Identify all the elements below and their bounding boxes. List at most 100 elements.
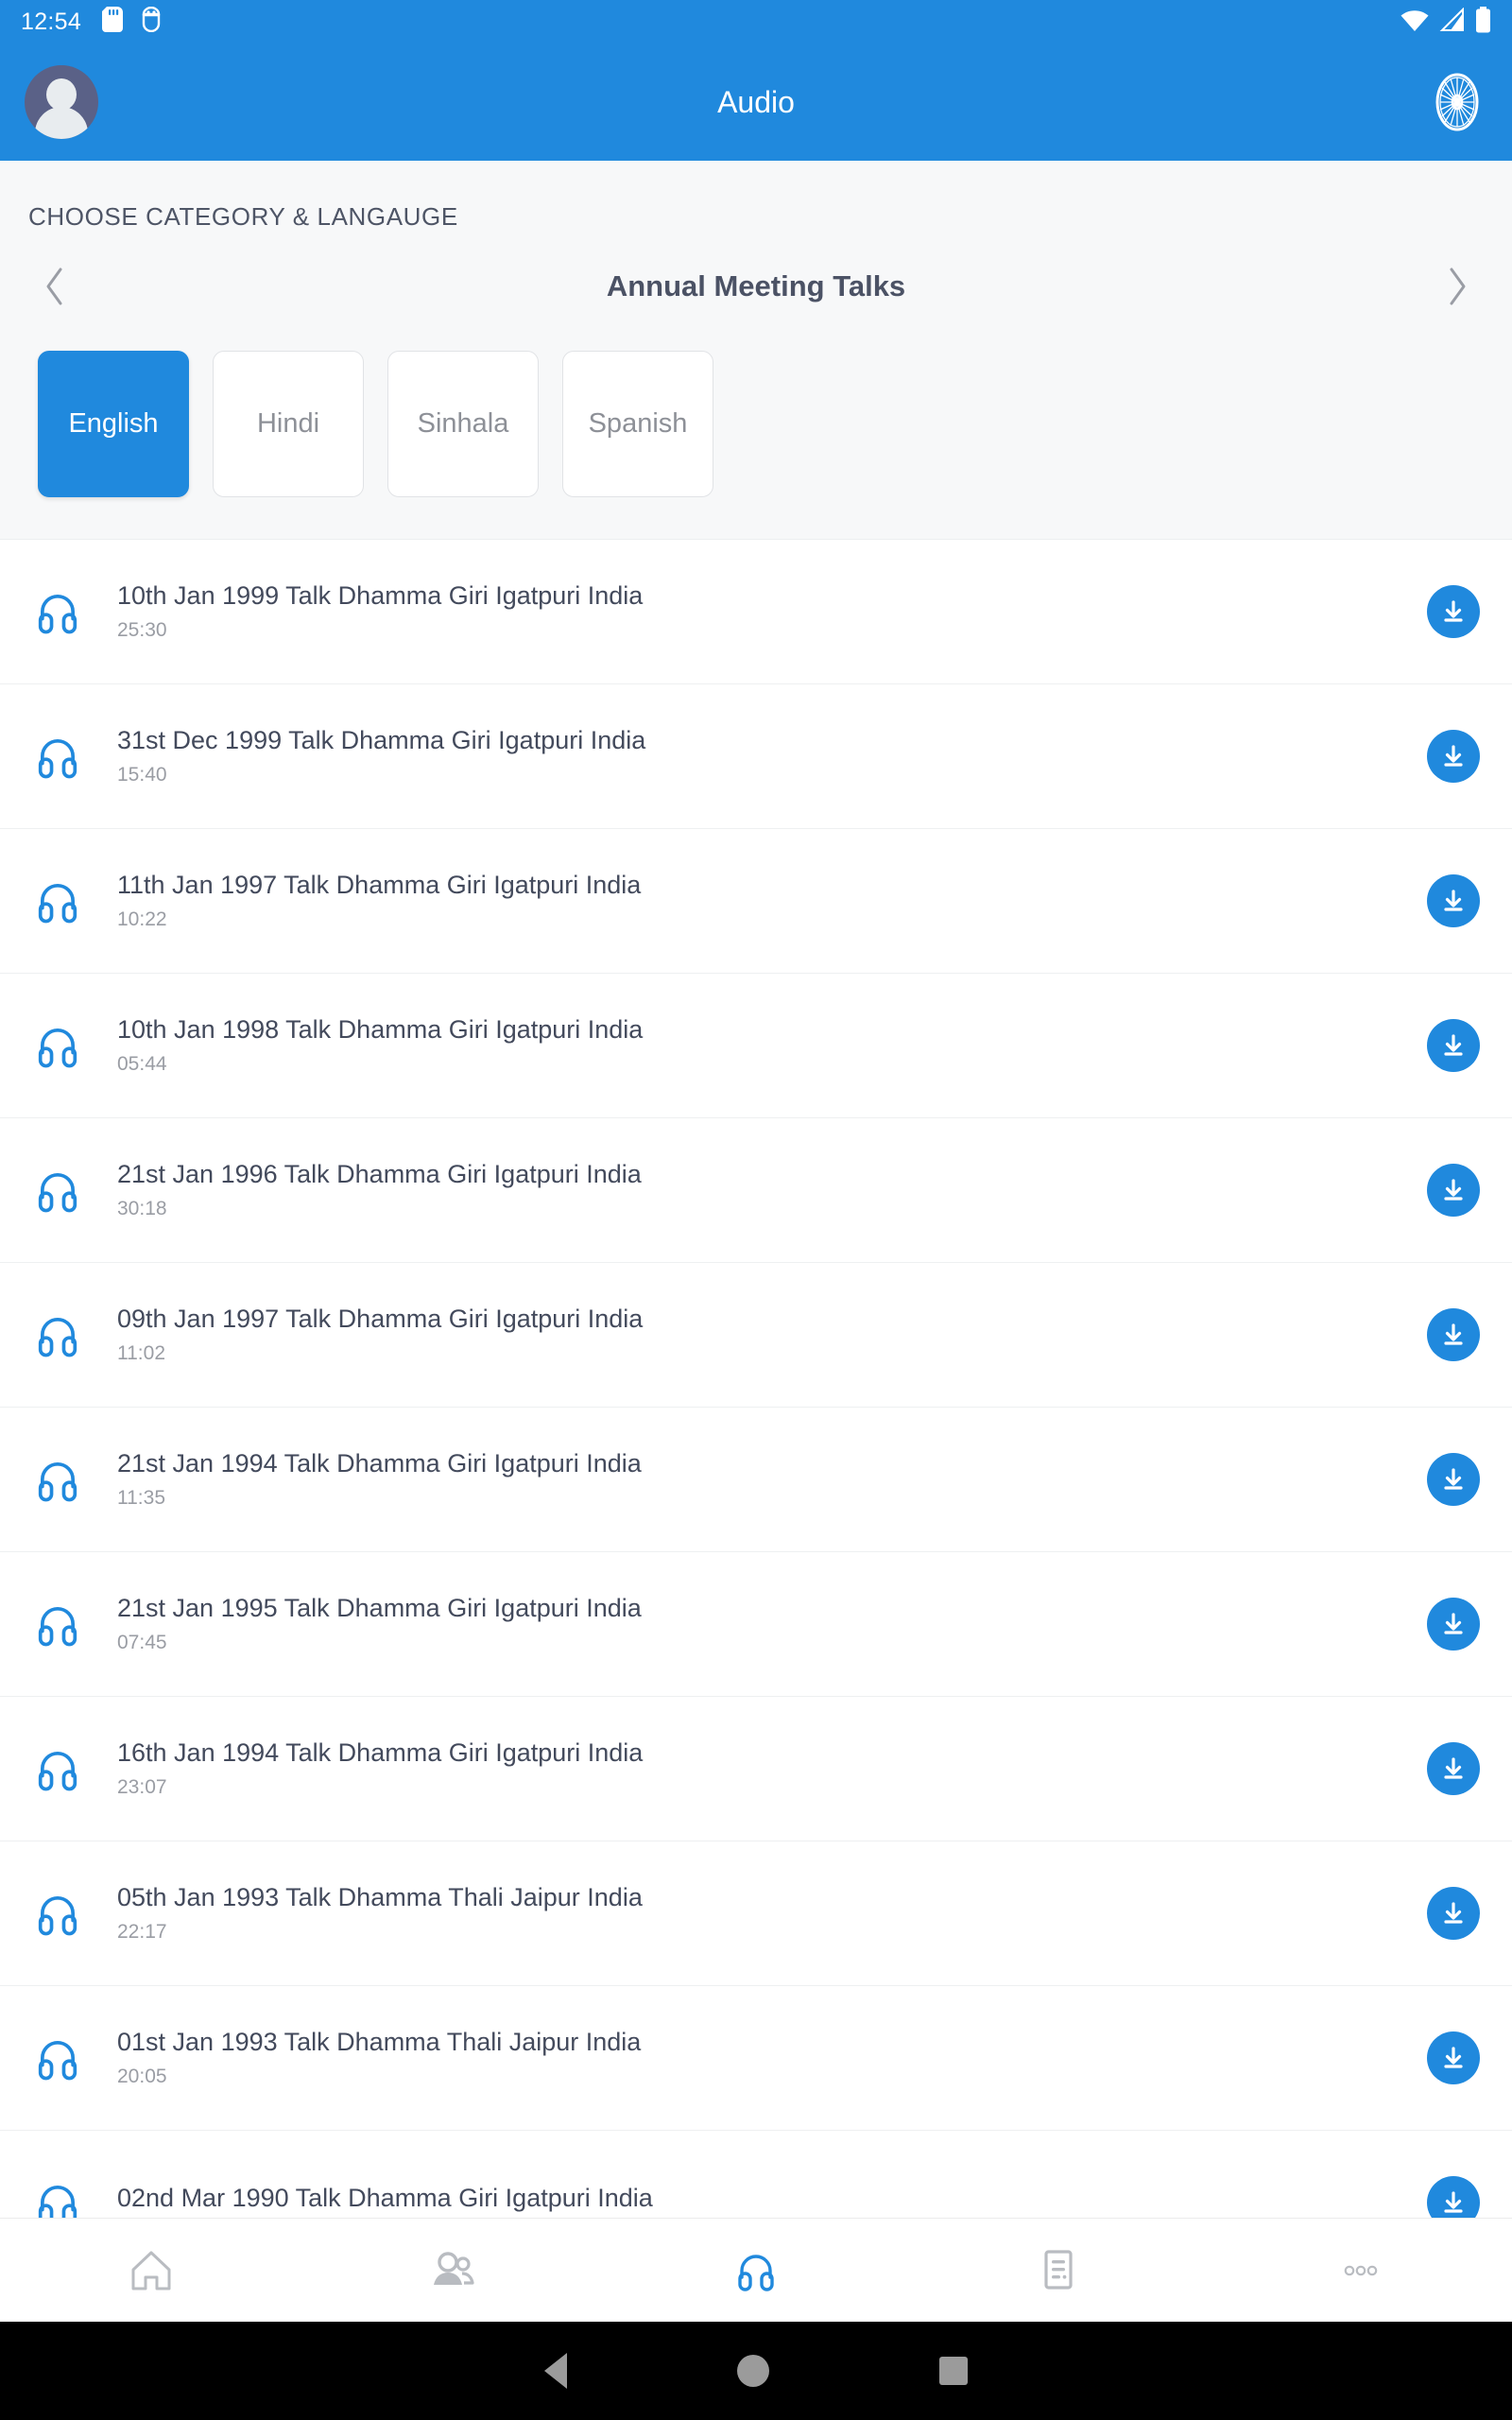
table-row[interactable]: 10th Jan 1999 Talk Dhamma Giri Igatpuri … <box>0 540 1512 684</box>
language-label: Spanish <box>588 408 688 439</box>
track-title: 10th Jan 1999 Talk Dhamma Giri Igatpuri … <box>117 580 644 610</box>
track-title: 11th Jan 1997 Talk Dhamma Giri Igatpuri … <box>117 870 642 899</box>
download-button[interactable] <box>1427 1598 1480 1651</box>
track-duration: 05:44 <box>117 1053 167 1076</box>
track-info: 10th Jan 1998 Talk Dhamma Giri Igatpuri … <box>87 1015 1427 1076</box>
sd-card-icon <box>102 7 124 37</box>
table-row[interactable]: 21st Jan 1994 Talk Dhamma Giri Igatpuri … <box>0 1408 1512 1552</box>
table-row[interactable]: 01st Jan 1993 Talk Dhamma Thali Jaipur I… <box>0 1986 1512 2131</box>
nav-audio[interactable] <box>605 2219 907 2322</box>
table-row[interactable]: 21st Jan 1995 Talk Dhamma Giri Igatpuri … <box>0 1552 1512 1697</box>
headphones-icon <box>28 1884 87 1943</box>
page-title: Audio <box>717 84 795 119</box>
track-duration: 07:45 <box>117 1632 167 1654</box>
headphones-icon <box>28 2029 87 2087</box>
headphones-icon <box>28 1161 87 1219</box>
next-category-button[interactable] <box>1429 258 1486 315</box>
headphones-icon <box>28 1739 87 1798</box>
track-title: 21st Jan 1995 Talk Dhamma Giri Igatpuri … <box>117 1593 642 1622</box>
track-duration: 10:22 <box>117 908 167 931</box>
track-duration: 22:17 <box>117 1921 167 1944</box>
language-label: English <box>68 408 159 439</box>
avatar-body <box>35 107 88 139</box>
track-duration: 30:18 <box>117 1198 167 1220</box>
language-option-spanish[interactable]: Spanish <box>562 351 713 497</box>
category-language-panel: CHOOSE CATEGORY & LANGAUGE Annual Meetin… <box>0 161 1512 540</box>
android-home-button[interactable] <box>737 2355 769 2387</box>
chooser-label: CHOOSE CATEGORY & LANGAUGE <box>28 202 458 231</box>
download-button[interactable] <box>1427 1019 1480 1072</box>
profile-avatar[interactable] <box>25 65 98 139</box>
android-back-button[interactable] <box>544 2353 567 2389</box>
download-button[interactable] <box>1427 1742 1480 1795</box>
table-row[interactable]: 10th Jan 1998 Talk Dhamma Giri Igatpuri … <box>0 974 1512 1118</box>
table-row[interactable]: 09th Jan 1997 Talk Dhamma Giri Igatpuri … <box>0 1263 1512 1408</box>
language-label: Sinhala <box>417 408 509 439</box>
language-label: Hindi <box>256 408 320 439</box>
track-info: 09th Jan 1997 Talk Dhamma Giri Igatpuri … <box>87 1305 1427 1365</box>
wifi-icon <box>1400 8 1430 37</box>
nav-home[interactable] <box>0 2219 302 2322</box>
nav-documents[interactable] <box>907 2219 1210 2322</box>
language-option-hindi[interactable]: Hindi <box>213 351 364 497</box>
download-button[interactable] <box>1427 1887 1480 1940</box>
android-navigation-bar <box>0 2322 1512 2420</box>
language-selector: English Hindi Sinhala Spanish <box>0 315 1512 497</box>
headphones-icon <box>28 1305 87 1364</box>
download-button[interactable] <box>1427 1453 1480 1506</box>
language-option-english[interactable]: English <box>38 351 189 497</box>
download-button[interactable] <box>1427 1164 1480 1217</box>
headphones-icon <box>28 2173 87 2218</box>
download-button[interactable] <box>1427 874 1480 927</box>
table-row[interactable]: 21st Jan 1996 Talk Dhamma Giri Igatpuri … <box>0 1118 1512 1263</box>
battery-icon <box>1475 6 1491 38</box>
headphones-icon <box>28 1450 87 1509</box>
language-option-sinhala[interactable]: Sinhala <box>387 351 539 497</box>
audio-track-list[interactable]: 10th Jan 1999 Talk Dhamma Giri Igatpuri … <box>0 540 1512 2218</box>
headphones-icon <box>28 582 87 641</box>
nav-people[interactable] <box>302 2219 605 2322</box>
table-row[interactable]: 31st Dec 1999 Talk Dhamma Giri Igatpuri … <box>0 684 1512 829</box>
track-info: 21st Jan 1996 Talk Dhamma Giri Igatpuri … <box>87 1160 1427 1220</box>
track-title: 16th Jan 1994 Talk Dhamma Giri Igatpuri … <box>117 1737 644 1767</box>
headphones-icon <box>28 1016 87 1075</box>
headphones-icon <box>28 727 87 786</box>
track-title: 01st Jan 1993 Talk Dhamma Thali Jaipur I… <box>117 2027 642 2056</box>
status-bar: 12:54 <box>0 0 1512 43</box>
status-time: 12:54 <box>21 8 82 35</box>
android-debug-icon <box>140 6 163 37</box>
track-info: 02nd Mar 1990 Talk Dhamma Giri Igatpuri … <box>87 2184 1427 2218</box>
download-button[interactable] <box>1427 1308 1480 1361</box>
bottom-navigation <box>0 2218 1512 2322</box>
dhamma-wheel-icon[interactable] <box>1427 72 1487 132</box>
prev-category-button[interactable] <box>26 258 83 315</box>
track-duration: 15:40 <box>117 764 167 786</box>
category-title: Annual Meeting Talks <box>606 269 906 302</box>
table-row[interactable]: 05th Jan 1993 Talk Dhamma Thali Jaipur I… <box>0 1841 1512 1986</box>
track-info: 05th Jan 1993 Talk Dhamma Thali Jaipur I… <box>87 1883 1427 1944</box>
track-duration: 11:35 <box>117 1487 165 1510</box>
track-info: 16th Jan 1994 Talk Dhamma Giri Igatpuri … <box>87 1738 1427 1799</box>
track-info: 11th Jan 1997 Talk Dhamma Giri Igatpuri … <box>87 871 1427 931</box>
track-duration: 23:07 <box>117 1776 167 1799</box>
app-bar: Audio <box>0 43 1512 161</box>
download-button[interactable] <box>1427 2176 1480 2218</box>
track-title: 05th Jan 1993 Talk Dhamma Thali Jaipur I… <box>117 1882 643 1911</box>
track-title: 31st Dec 1999 Talk Dhamma Giri Igatpuri … <box>117 725 646 754</box>
track-duration: 25:30 <box>117 619 167 642</box>
download-button[interactable] <box>1427 730 1480 783</box>
download-button[interactable] <box>1427 2031 1480 2084</box>
nav-more[interactable] <box>1210 2219 1512 2322</box>
table-row[interactable]: 11th Jan 1997 Talk Dhamma Giri Igatpuri … <box>0 829 1512 974</box>
headphones-icon <box>28 1595 87 1653</box>
avatar-head <box>46 78 77 111</box>
download-button[interactable] <box>1427 585 1480 638</box>
headphones-icon <box>28 872 87 930</box>
table-row[interactable]: 16th Jan 1994 Talk Dhamma Giri Igatpuri … <box>0 1697 1512 1841</box>
track-duration: 20:05 <box>117 2066 167 2088</box>
track-title: 10th Jan 1998 Talk Dhamma Giri Igatpuri … <box>117 1014 644 1044</box>
table-row[interactable]: 02nd Mar 1990 Talk Dhamma Giri Igatpuri … <box>0 2131 1512 2218</box>
android-recents-button[interactable] <box>939 2357 968 2385</box>
category-carousel: Annual Meeting Talks <box>0 232 1512 315</box>
cellular-signal-icon <box>1439 7 1466 37</box>
